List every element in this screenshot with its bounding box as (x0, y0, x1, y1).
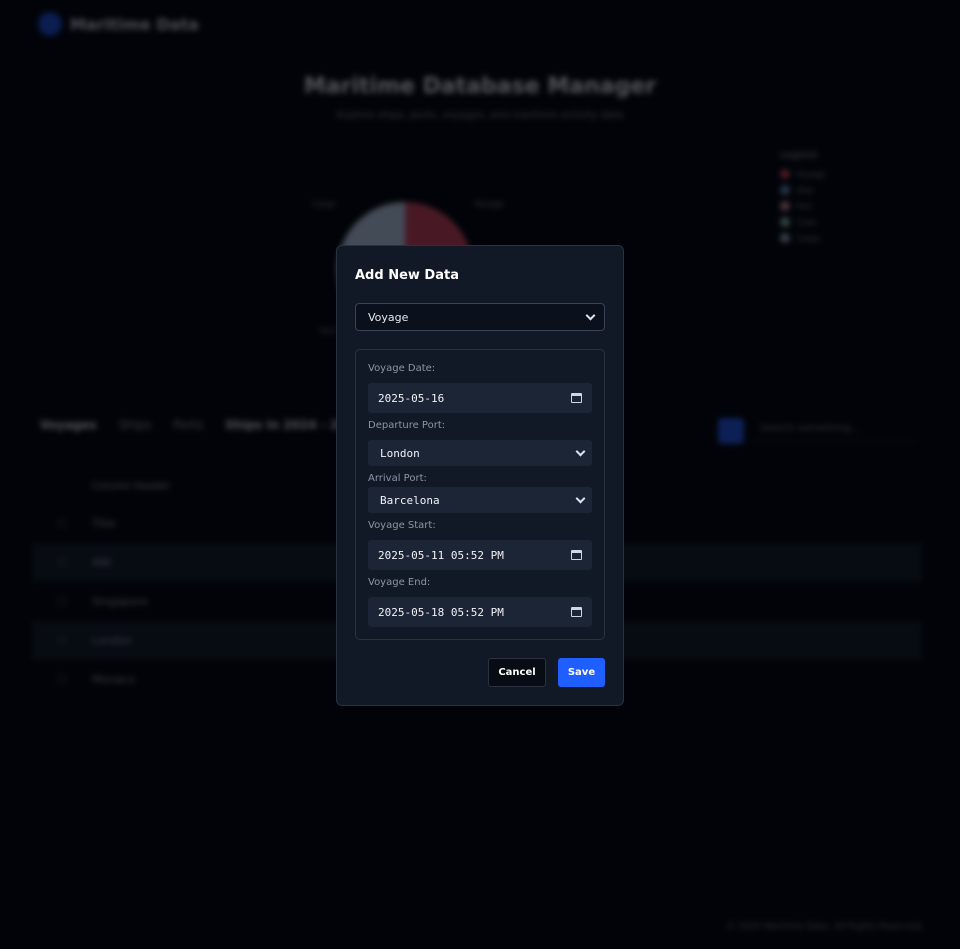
arrival-port-select[interactable]: Barcelona (368, 487, 592, 513)
data-type-value: Voyage (368, 310, 409, 324)
voyage-start-label: Voyage Start: (368, 520, 436, 531)
chevron-down-icon (585, 310, 596, 320)
calendar-icon[interactable] (571, 607, 582, 617)
arrival-port-value: Barcelona (380, 493, 440, 507)
modal-title: Add New Data (355, 268, 459, 283)
calendar-icon[interactable] (571, 550, 582, 560)
voyage-date-value: 2025-05-16 (378, 391, 445, 405)
save-button[interactable]: Save (558, 658, 605, 687)
voyage-date-input[interactable]: 2025-05-16 (368, 383, 592, 413)
voyage-start-input[interactable]: 2025-05-11 05:52 PM (368, 540, 592, 570)
voyage-fieldset: Voyage Date: 2025-05-16 Departure Port: … (355, 349, 605, 640)
chevron-down-icon (575, 493, 586, 503)
cancel-button[interactable]: Cancel (488, 658, 546, 687)
voyage-end-input[interactable]: 2025-05-18 05:52 PM (368, 597, 592, 627)
voyage-date-label: Voyage Date: (368, 363, 436, 374)
chevron-down-icon (575, 446, 586, 456)
departure-port-select[interactable]: London (368, 440, 592, 466)
arrival-port-label: Arrival Port: (368, 473, 427, 484)
add-data-modal: Add New Data Voyage Voyage Date: 2025-05… (336, 245, 624, 706)
voyage-end-value: 2025-05-18 05:52 PM (378, 605, 504, 619)
departure-port-value: London (380, 446, 420, 460)
voyage-start-value: 2025-05-11 05:52 PM (378, 548, 504, 562)
data-type-select[interactable]: Voyage (355, 303, 605, 331)
calendar-icon[interactable] (571, 393, 582, 403)
departure-port-label: Departure Port: (368, 420, 446, 431)
voyage-end-label: Voyage End: (368, 577, 431, 588)
